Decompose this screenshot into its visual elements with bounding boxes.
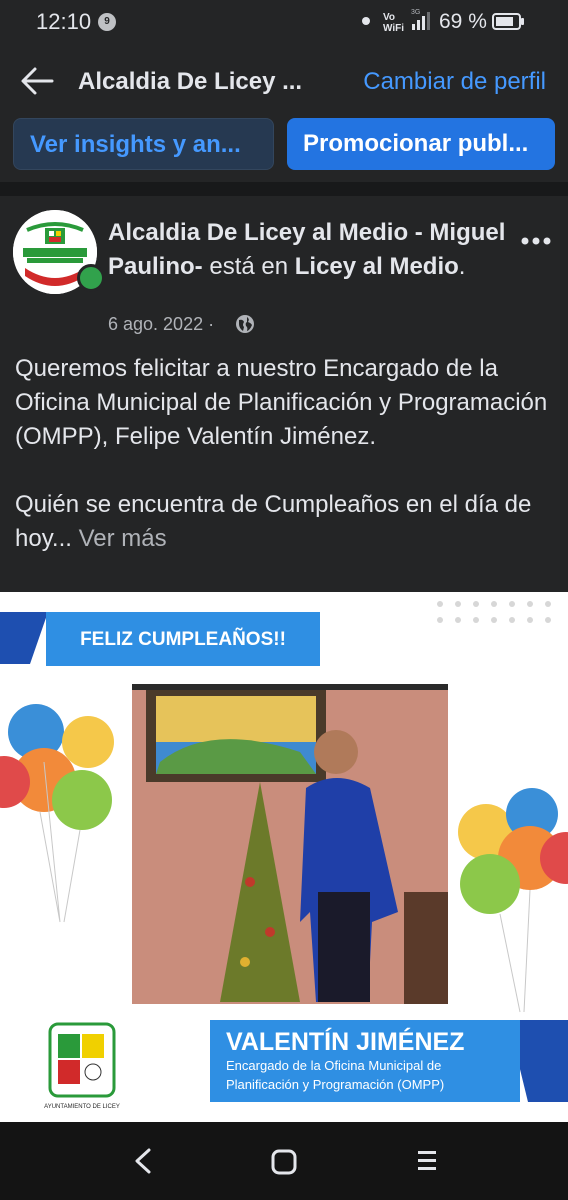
banner-text: FELIZ CUMPLEAÑOS!! <box>80 628 286 650</box>
vowifi-label: Vo WiFi <box>383 12 405 34</box>
action-buttons: Ver insights y an... Promocionar publ... <box>0 118 568 182</box>
app-header: Alcaldia De Licey ... Cambiar de perfil <box>0 44 568 118</box>
network-gen-label: 3G <box>411 9 420 16</box>
online-status-dot <box>77 264 105 292</box>
system-nav-bar <box>0 1122 568 1200</box>
see-more-link[interactable]: Ver más <box>72 525 167 552</box>
back-arrow-icon[interactable] <box>20 66 54 96</box>
post-date[interactable]: 6 ago. 2022 · <box>108 314 214 335</box>
nav-home-icon[interactable] <box>270 1148 298 1176</box>
post-paragraph-1: Queremos felicitar a nuestro Encargado d… <box>15 355 548 450</box>
notification-badge-icon: 9 <box>98 13 116 31</box>
role-line-2: Planificación y Programación (OMPP) <box>226 1077 444 1092</box>
location-link[interactable]: Licey al Medio <box>295 253 459 280</box>
promote-post-button[interactable]: Promocionar publ... <box>287 118 555 170</box>
switch-profile-link[interactable]: Cambiar de perfil <box>363 68 546 96</box>
post-image[interactable]: FELIZ CUMPLEAÑOS!! AYUNTAMIENTO DE LICEY… <box>0 592 568 1122</box>
battery-percent: 69 % <box>439 10 487 33</box>
notification-dot-icon <box>362 17 370 25</box>
view-insights-button[interactable]: Ver insights y an... <box>13 118 274 170</box>
nav-back-icon[interactable] <box>130 1146 156 1176</box>
municipal-seal-icon: AYUNTAMIENTO DE LICEY <box>44 1022 120 1110</box>
battery-icon <box>492 13 524 30</box>
post-author-line: Alcaldia De Licey al Medio - Miguel Paul… <box>108 216 508 284</box>
post-card: Alcaldia De Licey al Medio - Miguel Paul… <box>0 196 568 592</box>
nav-recent-apps-icon[interactable] <box>414 1148 440 1174</box>
more-options-icon[interactable] <box>520 236 552 246</box>
author-connector: está en <box>202 253 295 280</box>
status-bar: 12:10 9 Vo WiFi 3G 69 % <box>0 0 568 44</box>
role-line-1: Encargado de la Oficina Municipal de <box>226 1058 441 1073</box>
seal-caption: AYUNTAMIENTO DE LICEY <box>44 1104 120 1110</box>
name-text: VALENTÍN JIMÉNEZ <box>226 1027 464 1056</box>
location-suffix: . <box>458 253 466 280</box>
signal-icon: 3G <box>411 9 430 30</box>
globe-public-icon <box>236 315 254 333</box>
post-body: Queremos felicitar a nuestro Encargado d… <box>15 352 560 556</box>
status-time: 12:10 <box>36 9 92 34</box>
birthday-graphic: FELIZ CUMPLEAÑOS!! AYUNTAMIENTO DE LICEY… <box>0 592 568 1122</box>
post-paragraph-2: Quién se encuentra de Cumpleaños en el d… <box>15 488 560 556</box>
page-title: Alcaldia De Licey ... <box>78 68 303 95</box>
section-divider <box>0 182 568 196</box>
